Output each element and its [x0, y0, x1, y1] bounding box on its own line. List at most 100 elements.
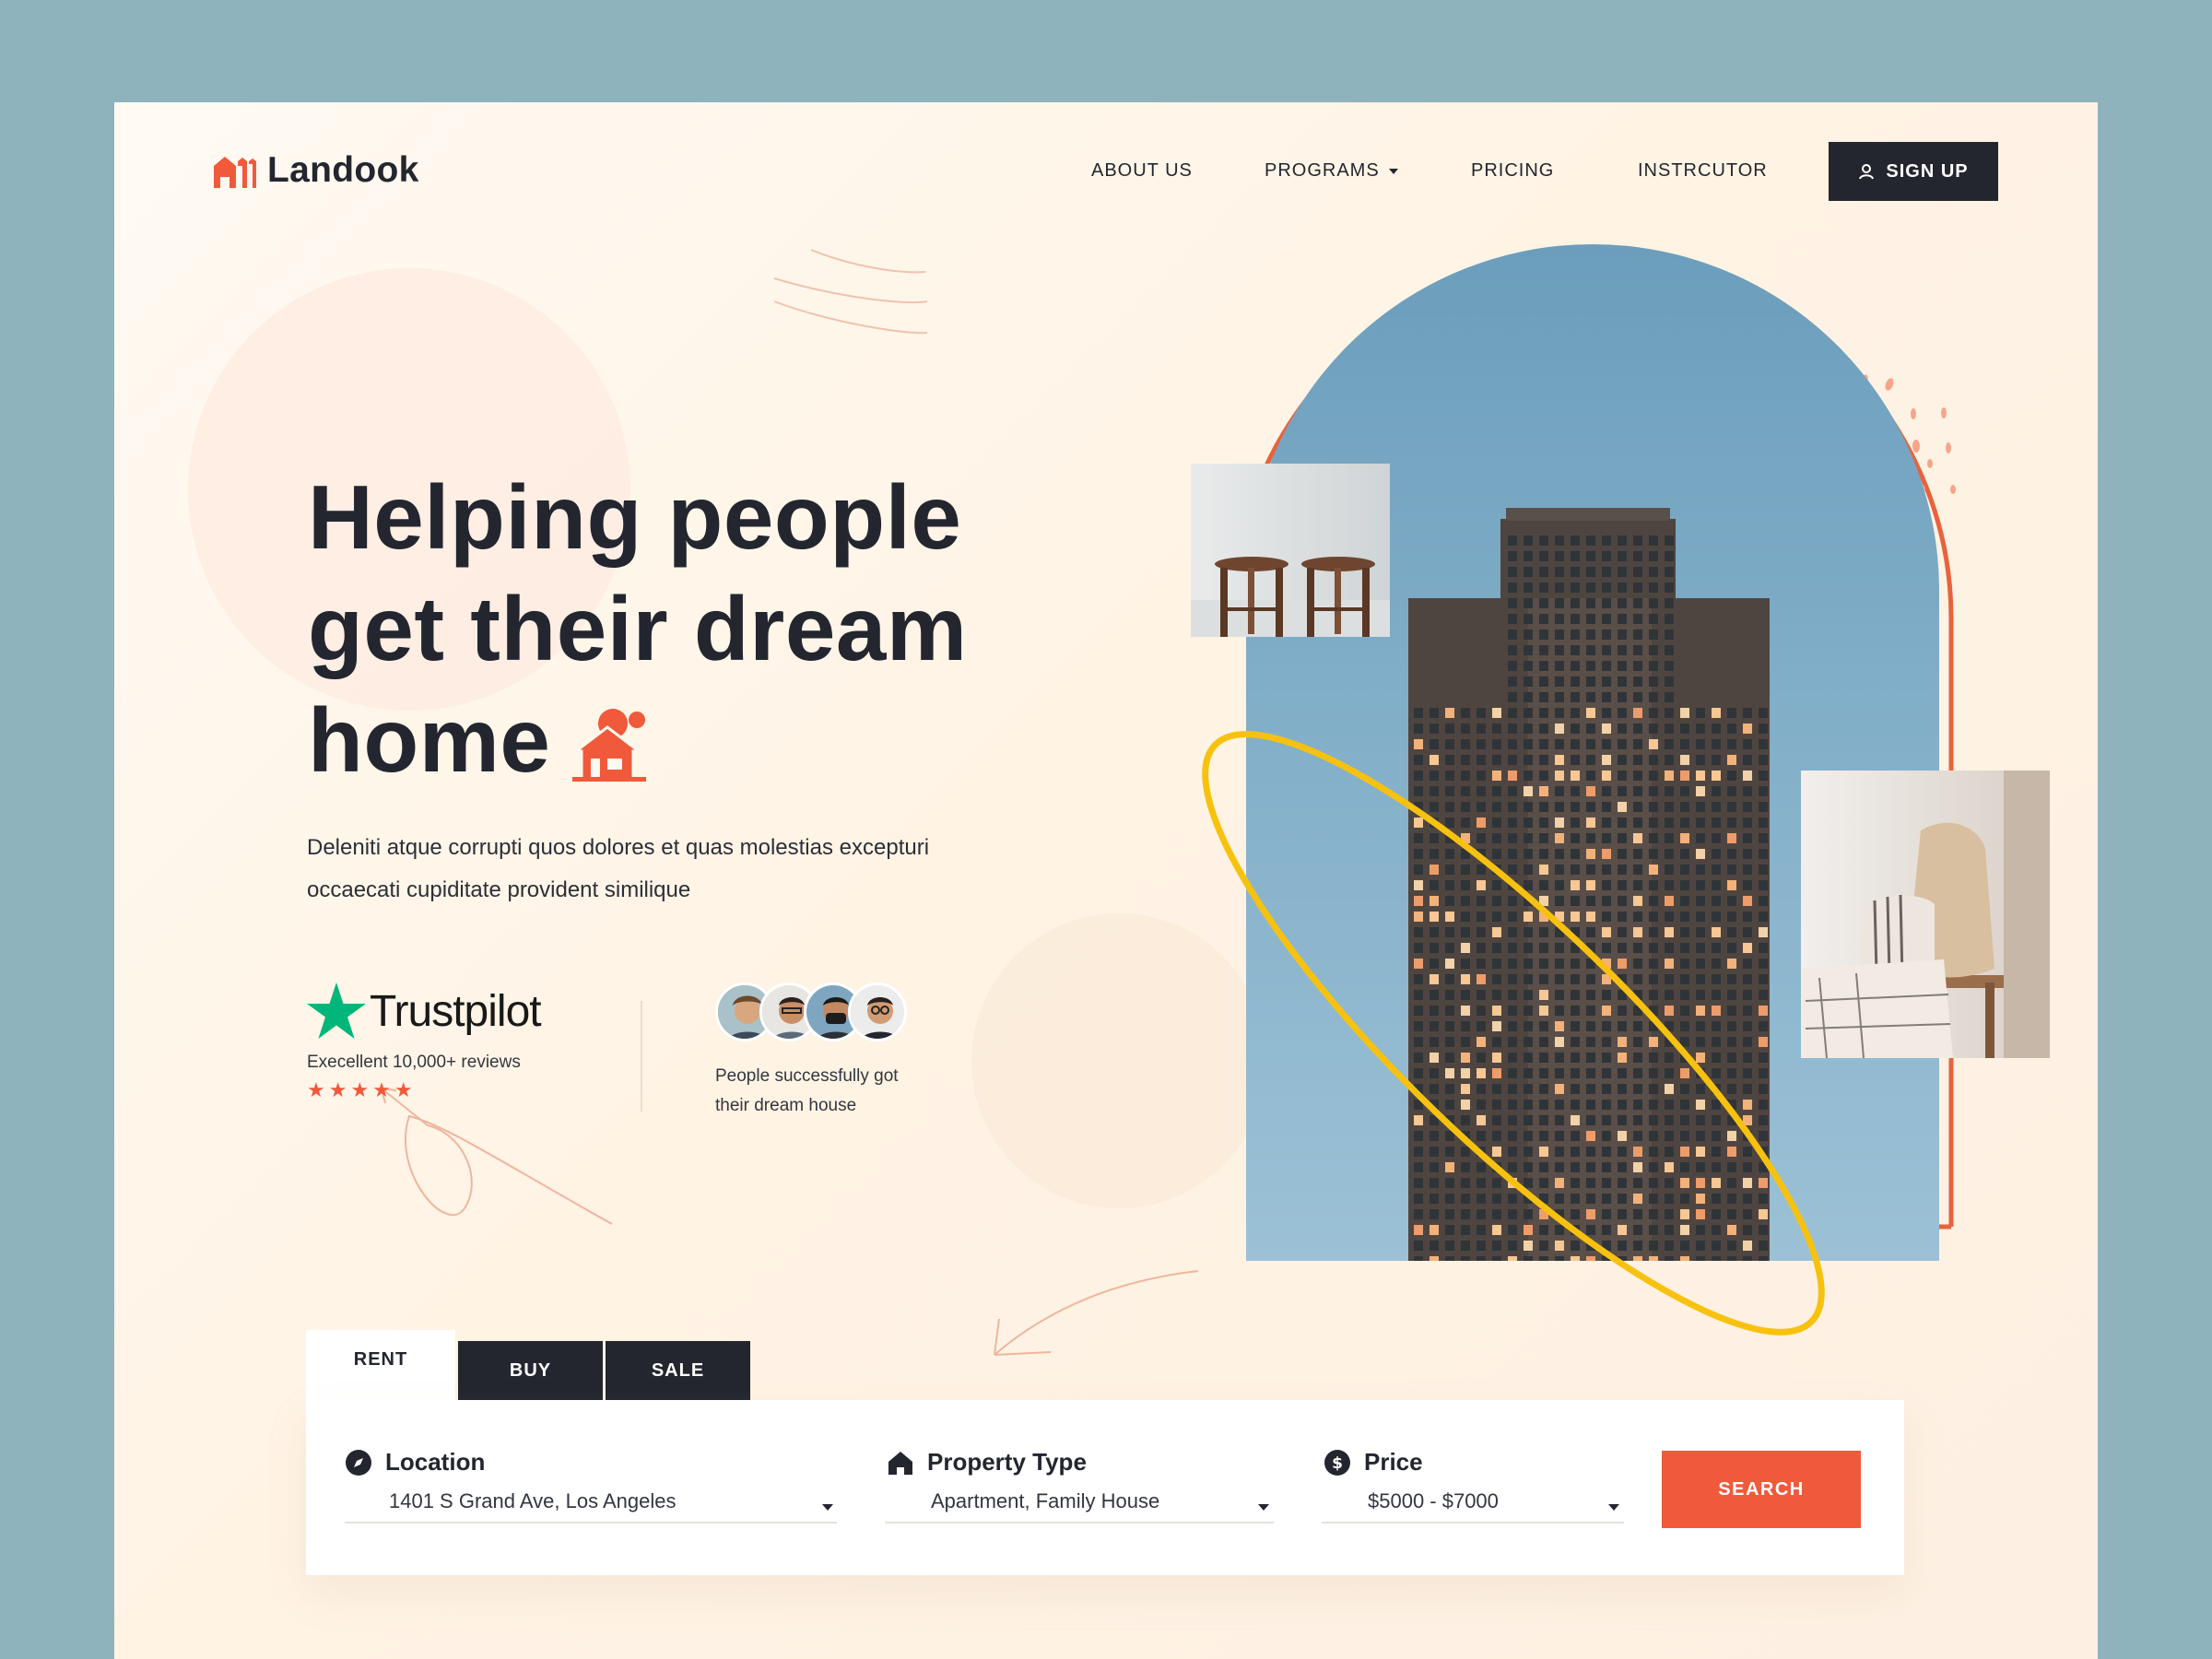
building-window — [1618, 880, 1627, 890]
building-window — [1477, 1037, 1486, 1047]
building-window — [1680, 1194, 1689, 1204]
building-window — [1649, 535, 1658, 546]
building-window — [1524, 582, 1533, 593]
building-window — [1508, 661, 1517, 671]
building-window — [1508, 1194, 1517, 1204]
building-window — [1665, 755, 1674, 765]
building-window — [1633, 1131, 1642, 1141]
building-window — [1602, 724, 1611, 734]
building-window — [1555, 802, 1564, 812]
building-window — [1461, 1053, 1470, 1063]
price-field[interactable]: $ Price $5000 - $7000 — [1324, 1448, 1499, 1513]
building-window — [1508, 943, 1517, 953]
building-window — [1602, 755, 1611, 765]
tab-buy[interactable]: BUY — [458, 1341, 603, 1400]
building-window — [1618, 1209, 1627, 1219]
building-window — [1586, 786, 1595, 796]
building-window — [1508, 582, 1517, 593]
building-window — [1539, 974, 1548, 984]
building-window — [1759, 1256, 1768, 1261]
chevron-down-icon[interactable] — [1608, 1504, 1619, 1511]
trustpilot-logo: Trustpilot — [307, 982, 542, 1040]
building-window — [1696, 959, 1705, 969]
building-window — [1743, 896, 1752, 906]
building-window — [1743, 1209, 1752, 1219]
building-window — [1743, 927, 1752, 937]
building-window — [1555, 896, 1564, 906]
building-window — [1539, 661, 1548, 671]
logo[interactable]: Landook — [212, 150, 419, 191]
building-window — [1492, 818, 1501, 828]
building-window — [1618, 833, 1627, 843]
building-window — [1665, 771, 1674, 781]
building-window — [1633, 927, 1642, 937]
building-window — [1696, 1178, 1705, 1188]
building-window — [1602, 739, 1611, 749]
building-window — [1743, 959, 1752, 969]
building-window — [1430, 1241, 1439, 1251]
building-window — [1727, 771, 1736, 781]
building-window — [1571, 629, 1580, 640]
building-window — [1524, 1241, 1533, 1251]
building-window — [1696, 1241, 1705, 1251]
property-type-field[interactable]: Property Type Apartment, Family House — [887, 1448, 1159, 1513]
building-window — [1461, 849, 1470, 859]
building-window — [1461, 1256, 1470, 1261]
building-window — [1524, 567, 1533, 577]
building-window — [1743, 990, 1752, 1000]
chevron-down-icon[interactable] — [1258, 1504, 1269, 1511]
building-window — [1696, 1021, 1705, 1031]
building-window — [1696, 1209, 1705, 1219]
building-window — [1477, 1209, 1486, 1219]
building-window — [1727, 1256, 1736, 1261]
tab-rent[interactable]: RENT — [306, 1330, 455, 1400]
nav-programs[interactable]: PROGRAMS — [1265, 160, 1430, 182]
building-window — [1680, 1084, 1689, 1094]
building-window — [1743, 849, 1752, 859]
building-window — [1665, 692, 1674, 702]
building-window — [1539, 1147, 1548, 1157]
building-window — [1555, 974, 1564, 984]
building-window — [1759, 802, 1768, 812]
building-window — [1665, 786, 1674, 796]
nav-instructor-label: INSTRCUTOR — [1638, 160, 1768, 181]
building-window — [1571, 598, 1580, 608]
building-window — [1414, 739, 1423, 749]
sign-up-button[interactable]: SIGN UP — [1829, 142, 1998, 201]
building-window — [1555, 582, 1564, 593]
building-window — [1649, 865, 1658, 875]
search-button[interactable]: SEARCH — [1662, 1451, 1861, 1528]
nav-instructor[interactable]: INSTRCUTOR — [1638, 160, 1785, 182]
building-window — [1665, 582, 1674, 593]
building-window — [1414, 974, 1423, 984]
customers-caption-line: People successfully got — [715, 1066, 899, 1086]
building-window — [1524, 786, 1533, 796]
tab-sale[interactable]: SALE — [606, 1341, 750, 1400]
building-window — [1430, 927, 1439, 937]
building-window — [1680, 833, 1689, 843]
building-window — [1602, 535, 1611, 546]
building-window — [1539, 943, 1548, 953]
chevron-down-icon[interactable] — [822, 1504, 833, 1511]
building-window — [1633, 739, 1642, 749]
building-window — [1743, 1147, 1752, 1157]
building-window — [1633, 1100, 1642, 1110]
building-window — [1727, 927, 1736, 937]
building-window — [1743, 1178, 1752, 1188]
nav-about-us[interactable]: ABOUT US — [1091, 160, 1265, 182]
building-window — [1430, 880, 1439, 890]
building-window — [1649, 1006, 1658, 1016]
building-window — [1680, 959, 1689, 969]
building-window — [1445, 1209, 1454, 1219]
chevron-down-icon — [1388, 168, 1398, 174]
location-field[interactable]: Location 1401 S Grand Ave, Los Angeles — [345, 1448, 677, 1513]
building-window — [1477, 1115, 1486, 1125]
building-window — [1492, 771, 1501, 781]
building-window — [1508, 708, 1517, 718]
nav-pricing[interactable]: PRICING — [1471, 160, 1591, 182]
building-window — [1508, 912, 1517, 922]
building-window — [1430, 833, 1439, 843]
building-window — [1727, 786, 1736, 796]
building-window — [1665, 1162, 1674, 1172]
building-window — [1665, 880, 1674, 890]
